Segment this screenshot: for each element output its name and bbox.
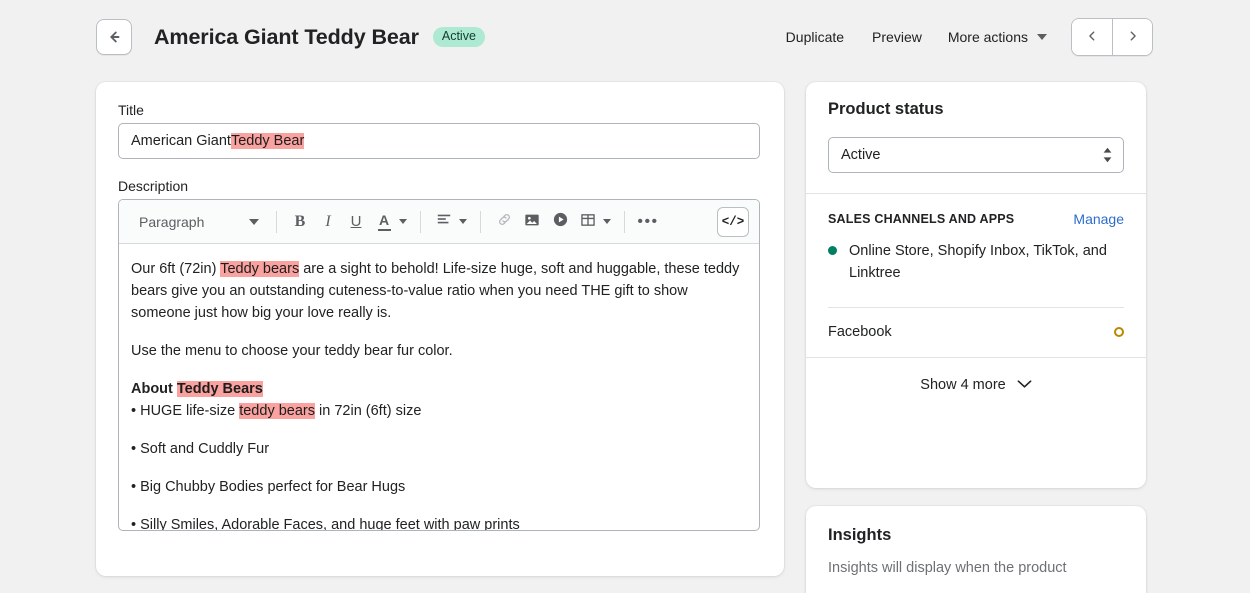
show-more-button[interactable]: Show 4 more bbox=[806, 357, 1146, 411]
select-updown-icon bbox=[1103, 147, 1112, 163]
facebook-label: Facebook bbox=[828, 324, 892, 340]
duplicate-button[interactable]: Duplicate bbox=[772, 21, 858, 53]
back-button[interactable] bbox=[96, 19, 132, 55]
description-bullet-1: • HUGE life-size teddy bears in 72in (6f… bbox=[131, 400, 745, 422]
chevron-right-icon bbox=[1126, 29, 1140, 46]
ellipsis-icon: ••• bbox=[637, 212, 659, 230]
product-status-select[interactable]: Active bbox=[828, 137, 1124, 173]
product-status-section: Product status Active bbox=[806, 82, 1146, 193]
previous-product-button[interactable] bbox=[1072, 19, 1112, 55]
desc-p1-highlight: Teddy bears bbox=[220, 261, 300, 277]
underline-button[interactable]: U bbox=[342, 208, 370, 236]
facebook-channel-row[interactable]: Facebook bbox=[806, 308, 1146, 357]
product-status-value: Active bbox=[841, 147, 881, 163]
chevron-down-icon bbox=[249, 218, 259, 225]
description-bullet-4: • Silly Smiles, Adorable Faces, and huge… bbox=[131, 517, 520, 530]
product-edit-page: America Giant Teddy Bear Active Duplicat… bbox=[0, 0, 1250, 593]
text-color-chevron-down-icon[interactable] bbox=[399, 219, 407, 224]
paragraph-style-select[interactable]: Paragraph bbox=[129, 207, 267, 237]
toolbar-divider bbox=[624, 210, 625, 233]
title-field-label: Title bbox=[118, 102, 144, 118]
toolbar-divider bbox=[420, 210, 421, 233]
insights-title: Insights bbox=[828, 526, 892, 544]
insights-card: Insights Insights will display when the … bbox=[806, 506, 1146, 593]
paragraph-style-value: Paragraph bbox=[139, 213, 205, 230]
bold-button[interactable]: B bbox=[286, 208, 314, 236]
chevron-down-icon bbox=[1037, 34, 1047, 40]
text-color-button[interactable]: A bbox=[370, 208, 398, 236]
title-input-text: American Giant bbox=[131, 133, 231, 149]
align-left-icon bbox=[436, 212, 452, 232]
video-play-icon bbox=[552, 211, 569, 232]
insights-text: Insights will display when the product bbox=[828, 560, 1067, 576]
status-dot-active-icon bbox=[828, 246, 837, 255]
link-icon bbox=[496, 211, 513, 232]
product-status-card: Product status Active SALES CHANNELS AND… bbox=[806, 82, 1146, 488]
description-body[interactable]: Our 6ft (72in) Teddy bears are a sight t… bbox=[119, 244, 759, 530]
link-button[interactable] bbox=[490, 208, 518, 236]
page-title: America Giant Teddy Bear bbox=[154, 24, 419, 49]
product-status-title: Product status bbox=[828, 100, 944, 118]
align-chevron-down-icon[interactable] bbox=[459, 219, 467, 224]
title-group: America Giant Teddy Bear Active bbox=[154, 25, 485, 50]
insert-table-button[interactable] bbox=[574, 208, 602, 236]
text-color-icon: A bbox=[377, 211, 391, 231]
bullet1-highlight: teddy bears bbox=[239, 403, 315, 419]
description-bullet-2: • Soft and Cuddly Fur bbox=[131, 441, 270, 457]
editor-toolbar: Paragraph B I U A ••• </> bbox=[119, 200, 759, 244]
sales-channels-section: SALES CHANNELS AND APPS Manage Online St… bbox=[806, 194, 1146, 290]
bullet1-text-a: • HUGE life-size bbox=[131, 403, 240, 419]
chevron-left-icon bbox=[1085, 29, 1099, 46]
about-text: About bbox=[131, 381, 177, 397]
arrow-left-icon bbox=[105, 28, 123, 46]
insert-image-button[interactable] bbox=[518, 208, 546, 236]
chevron-down-icon bbox=[1017, 377, 1032, 393]
description-editor: Paragraph B I U A ••• </> Our 6ft (72in)… bbox=[118, 199, 760, 531]
description-about-heading: About Teddy Bears bbox=[131, 378, 745, 400]
show-more-label: Show 4 more bbox=[920, 376, 1006, 393]
more-options-button[interactable]: ••• bbox=[634, 208, 662, 236]
more-actions-button[interactable]: More actions bbox=[936, 21, 1059, 53]
sales-channels-header: SALES CHANNELS AND APPS Manage bbox=[828, 211, 1124, 227]
italic-button[interactable]: I bbox=[314, 208, 342, 236]
manage-link[interactable]: Manage bbox=[1073, 211, 1124, 227]
align-button[interactable] bbox=[430, 208, 458, 236]
status-ring-warning-icon bbox=[1114, 327, 1124, 337]
code-view-button[interactable]: </> bbox=[717, 206, 749, 237]
active-channels-text: Online Store, Shopify Inbox, TikTok, and… bbox=[849, 243, 1107, 281]
preview-button[interactable]: Preview bbox=[858, 21, 936, 53]
title-input-highlight: Teddy Bear bbox=[230, 133, 305, 149]
description-bullet-3: • Big Chubby Bodies perfect for Bear Hug… bbox=[131, 479, 406, 495]
sales-channels-heading: SALES CHANNELS AND APPS bbox=[828, 212, 1015, 226]
table-icon bbox=[580, 212, 596, 232]
image-icon bbox=[524, 212, 540, 232]
toolbar-divider bbox=[480, 210, 481, 233]
about-highlight: Teddy Bears bbox=[176, 381, 263, 397]
page-header: America Giant Teddy Bear Active Duplicat… bbox=[96, 14, 1153, 60]
text-color-letter: A bbox=[378, 211, 390, 228]
desc-p1-text-a: Our 6ft (72in) bbox=[131, 261, 221, 277]
bullet1-text-b: in 72in (6ft) size bbox=[315, 403, 422, 419]
description-paragraph-1: Our 6ft (72in) Teddy bears are a sight t… bbox=[131, 258, 745, 324]
status-badge: Active bbox=[432, 27, 485, 47]
product-details-card: Title American Giant Teddy Bear Descript… bbox=[96, 82, 784, 576]
more-actions-label: More actions bbox=[947, 29, 1028, 45]
insert-video-button[interactable] bbox=[546, 208, 574, 236]
next-product-button[interactable] bbox=[1112, 19, 1152, 55]
text-color-bar bbox=[377, 228, 391, 231]
toolbar-divider bbox=[276, 210, 277, 233]
active-channels-row[interactable]: Online Store, Shopify Inbox, TikTok, and… bbox=[828, 240, 1124, 284]
header-actions: Duplicate Preview More actions bbox=[772, 18, 1153, 56]
pager bbox=[1071, 18, 1153, 56]
title-input[interactable]: American Giant Teddy Bear bbox=[118, 123, 760, 159]
table-chevron-down-icon[interactable] bbox=[603, 219, 611, 224]
description-paragraph-2: Use the menu to choose your teddy bear f… bbox=[131, 343, 453, 359]
description-field-label: Description bbox=[118, 178, 189, 194]
